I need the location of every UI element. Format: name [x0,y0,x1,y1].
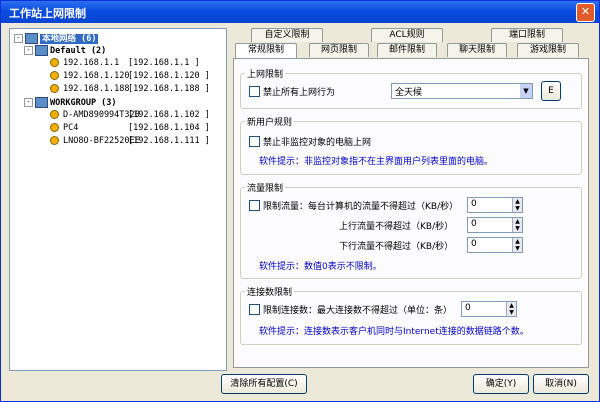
upload-stepper[interactable]: 0 ▲ ▼ [467,217,523,233]
window-title: 工作站上网限制 [9,7,86,20]
title-bar[interactable]: 工作站上网限制 ✕ [1,1,599,23]
tab-mail[interactable]: 邮件限制 [377,43,437,57]
traffic-total-stepper[interactable]: 0 ▲ ▼ [467,197,523,213]
tree-group-label: Default (2) [50,46,107,56]
tab-chat[interactable]: 聊天限制 [447,43,507,57]
computer-ip: [192.168.1.188 ] [128,84,210,94]
computer-ip: [192.168.1.1 ] [128,58,200,68]
spin-arrows-icon[interactable]: ▲ ▼ [506,302,516,316]
group-title: 流量限制 [245,181,286,194]
collapse-icon[interactable]: - [24,46,33,55]
computer-ip: [192.168.1.102 ] [128,110,210,120]
tab-game[interactable]: 游戏限制 [517,43,579,57]
computer-icon [50,71,59,80]
download-label: 下行流量不得超过（KB/秒） [339,242,454,252]
collapse-icon[interactable]: - [14,34,23,43]
collapse-icon[interactable]: - [24,98,33,107]
tree-root[interactable]: - 本地网络 (6) [14,32,99,45]
internet-group: 上网限制 禁止所有上网行为 全天候 ▼ E [240,67,582,109]
new-user-group: 新用户规则 禁止非监控对象的电脑上网 软件提示：非监控对象指不在主界面用户列表里… [240,115,582,175]
block-unmonitored-checkbox[interactable] [249,136,260,147]
dialog-window: 工作站上网限制 ✕ - 本地网络 (6) - Default (2) 192.168… [0,0,600,402]
computer-name: 192.168.1.120 [63,71,130,81]
connections-stepper[interactable]: 0 ▲ ▼ [461,301,517,317]
block-all-label: 禁止所有上网行为 [263,88,336,98]
download-value: 0 [471,239,477,249]
spin-arrows-icon[interactable]: ▲ ▼ [512,218,522,232]
group-title: 上网限制 [245,67,286,80]
chevron-down-icon[interactable]: ▼ [520,84,532,98]
upload-value: 0 [471,219,477,229]
computer-ip: [192.168.1.111 ] [128,136,210,146]
group-title: 新用户规则 [245,115,295,128]
computer-name: 192.168.1.188 [63,84,130,94]
tab-custom[interactable]: 自定义限制 [251,28,323,42]
computer-icon [50,84,59,93]
computer-icon [50,110,59,119]
tree-item[interactable]: PC4 [192.168.1.104 ] [50,123,220,136]
computer-icon [50,123,59,132]
spin-arrows-icon[interactable]: ▲ ▼ [512,198,522,212]
computer-ip: [192.168.1.120 ] [128,71,210,81]
download-stepper[interactable]: 0 ▲ ▼ [467,237,523,253]
tab-port[interactable]: 端口限制 [491,28,563,42]
new-user-hint: 软件提示：非监控对象指不在主界面用户列表里面的电脑。 [259,157,494,167]
tab-acl[interactable]: ACL规则 [371,28,443,42]
ok-button[interactable]: 确定(Y) [473,374,529,394]
spin-arrows-icon[interactable]: ▲ ▼ [512,238,522,252]
computer-icon [50,136,59,145]
tree-group-workgroup[interactable]: - WORKGROUP (3) [24,97,117,110]
schedule-select[interactable]: 全天候 ▼ [391,83,533,99]
limit-traffic-checkbox[interactable] [249,200,260,211]
computer-name: 192.168.1.1 [63,58,120,68]
close-button[interactable]: ✕ [576,3,595,22]
clear-all-button[interactable]: 清除所有配置(C) [221,374,307,394]
computer-ip: [192.168.1.104 ] [128,123,210,133]
tree-group-label: WORKGROUP (3) [50,98,117,108]
settings-tabs: 自定义限制 ACL规则 端口限制 常规限制 网页限制 邮件限制 聊天限制 游戏限… [233,28,591,368]
block-unmonitored-label: 禁止非监控对象的电脑上网 [263,138,372,148]
network-icon [25,33,38,44]
edit-schedule-button[interactable]: E [541,81,561,101]
tree-item[interactable]: 192.168.1.188 [192.168.1.188 ] [50,84,220,97]
workgroup-icon [35,45,48,56]
network-tree[interactable]: - 本地网络 (6) - Default (2) 192.168.1.1 [192.1… [9,28,227,371]
connection-group: 连接数限制 限制连接数：最大连接数不得超过（单位：条） 0 ▲ ▼ 软件提示：连接数… [240,285,582,345]
limit-connections-checkbox[interactable] [249,304,260,315]
tab-general[interactable]: 常规限制 [235,43,297,58]
workgroup-icon [35,97,48,108]
connections-value: 0 [465,303,471,313]
tree-item[interactable]: 192.168.1.120 [192.168.1.120 ] [50,71,220,84]
tree-item[interactable]: D-AMD890994T320 [192.168.1.102 ] [50,110,220,123]
computer-icon [50,58,59,67]
tree-item[interactable]: LNO8O-BF22520EE [192.168.1.111 ] [50,136,220,149]
traffic-total-value: 0 [471,199,477,209]
limit-traffic-label: 限制流量：每台计算机的流量不得超过（KB/秒） [263,202,459,212]
tree-group-default[interactable]: - Default (2) [24,45,106,58]
tab-web[interactable]: 网页限制 [309,43,369,57]
tree-root-label: 本地网络 (6) [40,34,99,44]
block-all-checkbox[interactable] [249,86,260,97]
tab-panel-general: 上网限制 禁止所有上网行为 全天候 ▼ E 新用户规则 禁止非监控对象的电脑上网… [233,58,589,368]
upload-label: 上行流量不得超过（KB/秒） [339,222,454,232]
limit-connections-label: 限制连接数：最大连接数不得超过（单位：条） [263,306,453,316]
traffic-group: 流量限制 限制流量：每台计算机的流量不得超过（KB/秒） 0 ▲ ▼ 上行流量不得超… [240,181,582,279]
traffic-hint: 软件提示：数值0表示不限制。 [259,262,382,272]
schedule-value: 全天候 [395,88,423,98]
computer-name: PC4 [63,123,79,133]
tree-item[interactable]: 192.168.1.1 [192.168.1.1 ] [50,58,220,71]
connection-hint: 软件提示：连接数表示客户机同时与Internet连接的数据链路个数。 [259,327,529,337]
group-title: 连接数限制 [245,285,295,298]
cancel-button[interactable]: 取消(N) [533,374,589,394]
